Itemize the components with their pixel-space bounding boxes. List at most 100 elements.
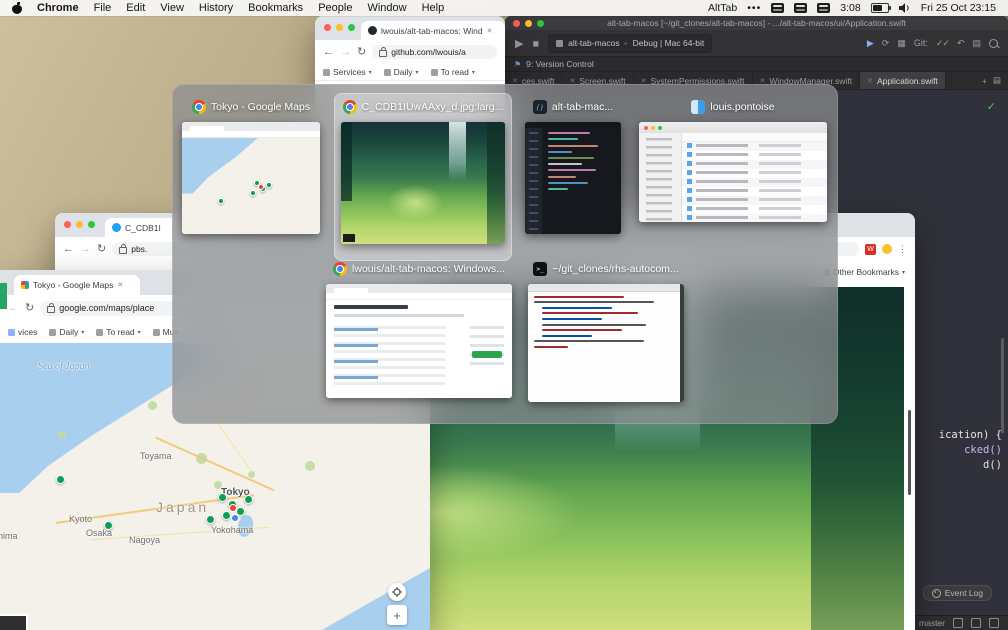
bookmark-services-partial[interactable]: vices xyxy=(8,327,37,337)
saved-place-marker[interactable] xyxy=(218,493,227,502)
page-scrollbar[interactable] xyxy=(908,410,911,495)
close-button[interactable] xyxy=(324,24,331,31)
window-thumbnail-terminal[interactable] xyxy=(528,284,684,402)
list-icon[interactable]: ▤ xyxy=(972,38,981,49)
menu-bookmarks[interactable]: Bookmarks xyxy=(248,2,303,14)
reload-icon[interactable]: ↻ xyxy=(357,46,366,58)
address-bar[interactable]: github.com/lwouis/a xyxy=(372,45,497,59)
close-tab-icon[interactable]: ✕ xyxy=(487,27,493,35)
scheme-selector[interactable]: alt-tab-macos ▸ Debug | Mac 64-bit xyxy=(548,33,713,53)
overflow-menu-icon[interactable]: ⋮ xyxy=(898,244,907,254)
edit-icon[interactable] xyxy=(971,618,981,628)
menu-help[interactable]: Help xyxy=(422,2,445,14)
close-button[interactable] xyxy=(64,221,71,228)
xcode-jump-bar[interactable]: ⚑ 9: Version Control xyxy=(505,57,1008,72)
tab-application-swift[interactable]: ✕ Application.swift xyxy=(860,72,946,89)
zoom-button[interactable] xyxy=(348,24,355,31)
my-location-button[interactable] xyxy=(388,583,406,601)
apple-menu-icon[interactable] xyxy=(12,1,22,15)
bookmark-daily[interactable]: Daily ▾ xyxy=(49,327,84,337)
menu-edit[interactable]: Edit xyxy=(126,2,145,14)
grid-icon[interactable]: ▦ xyxy=(897,38,906,49)
forward-icon[interactable]: → xyxy=(80,243,91,255)
thumb-marker xyxy=(266,182,272,188)
extension-smiley-icon[interactable] xyxy=(882,244,892,254)
editor-scrollbar[interactable] xyxy=(1001,338,1004,433)
saved-place-marker[interactable] xyxy=(244,495,253,504)
battery-icon[interactable] xyxy=(870,3,891,13)
menu-history[interactable]: History xyxy=(199,2,233,14)
xcode-titlebar[interactable]: alt-tab-macos [~/git_clones/alt-tab-maco… xyxy=(505,16,1008,30)
menu-people[interactable]: People xyxy=(318,2,352,14)
bookmark-daily[interactable]: Daily ▾ xyxy=(383,67,419,77)
window-controls[interactable] xyxy=(513,19,544,27)
selected-place-pin[interactable] xyxy=(229,504,237,512)
back-icon[interactable]: ← xyxy=(323,46,334,58)
search-icon[interactable] xyxy=(989,38,998,48)
menu-view[interactable]: View xyxy=(160,2,184,14)
refresh-icon[interactable]: ⟳ xyxy=(882,38,890,49)
menu-window[interactable]: Window xyxy=(367,2,406,14)
zoom-in-button[interactable]: + xyxy=(387,605,407,625)
browser-tab[interactable]: lwouis/alt-tab-macos: Wind ✕ xyxy=(361,21,505,40)
undo-icon[interactable]: ↶ xyxy=(957,38,965,49)
status-app-icon[interactable] xyxy=(817,3,831,13)
thumb-editor-sidebar xyxy=(525,128,543,234)
alttab-item-maps[interactable]: Tokyo - Google Maps xyxy=(179,99,323,234)
window-thumbnail-editor[interactable] xyxy=(525,122,621,234)
zoom-button[interactable] xyxy=(88,221,95,228)
saved-place-marker[interactable] xyxy=(56,475,65,484)
back-icon[interactable]: ← xyxy=(8,302,19,314)
window-thumbnail-maps[interactable] xyxy=(182,122,320,234)
menu-app-name[interactable]: Chrome xyxy=(37,2,79,14)
extension-w-icon[interactable]: W xyxy=(865,243,876,255)
alttab-item-image-selected[interactable]: C_CDB1IUwAAxy_d.jpg:larg... xyxy=(334,93,512,261)
zoom-button[interactable] xyxy=(537,19,544,27)
stop-button[interactable]: ◼ xyxy=(532,39,539,48)
alttab-item-finder[interactable]: louis.pontoise xyxy=(635,99,831,222)
window-thumbnail-github[interactable] xyxy=(326,284,512,398)
window-controls[interactable] xyxy=(64,221,95,228)
dots-status-item[interactable]: ••• xyxy=(747,2,761,14)
menu-bar-clock[interactable]: Fri 25 Oct 23:15 xyxy=(921,2,996,14)
close-button[interactable] xyxy=(513,19,520,27)
alttab-item-terminal[interactable]: >_ ~/git_clones/rhs-autocom... xyxy=(526,261,686,402)
bookmark-to-read[interactable]: To read ▾ xyxy=(96,327,141,337)
run-button[interactable]: ▶ xyxy=(515,37,523,50)
pull-icon[interactable] xyxy=(953,618,963,628)
alttab-item-github[interactable]: lwouis/alt-tab-macos: Windows... xyxy=(324,261,514,398)
window-controls[interactable] xyxy=(324,24,355,31)
window-thumbnail-finder[interactable] xyxy=(639,122,827,222)
browser-tab[interactable]: Tokyo - Google Maps ✕ xyxy=(14,275,140,295)
tab-overview-icon[interactable]: ▤ xyxy=(993,75,1001,86)
time-remaining-badge[interactable]: 3:08 xyxy=(840,2,860,14)
reload-icon[interactable]: ↻ xyxy=(25,302,34,314)
saved-place-marker[interactable] xyxy=(104,521,113,530)
saved-place-marker[interactable] xyxy=(206,515,215,524)
minimize-button[interactable] xyxy=(336,24,343,31)
branch-name[interactable]: master xyxy=(919,618,945,628)
status-app-icon[interactable] xyxy=(794,3,808,13)
play-badge-icon[interactable]: ▶ xyxy=(867,38,874,49)
minimize-button[interactable] xyxy=(76,221,83,228)
window-thumbnail-image[interactable] xyxy=(341,122,505,244)
bookmark-to-read[interactable]: To read ▾ xyxy=(430,67,475,77)
close-icon[interactable]: ✕ xyxy=(867,77,873,85)
menu-file[interactable]: File xyxy=(94,2,112,14)
saved-place-marker[interactable] xyxy=(222,511,231,520)
forward-icon[interactable]: → xyxy=(340,46,351,58)
status-app-icon[interactable] xyxy=(771,3,785,13)
alttab-status-item[interactable]: AltTab xyxy=(708,2,737,14)
alttab-item-editor[interactable]: { } alt-tab-mac... xyxy=(521,99,625,234)
panel-icon[interactable] xyxy=(989,618,999,628)
event-log-button[interactable]: Event Log xyxy=(922,585,992,601)
satellite-layer-toggle[interactable] xyxy=(0,614,28,630)
close-tab-icon[interactable]: ✕ xyxy=(117,281,123,289)
add-tab-icon[interactable]: + xyxy=(982,76,987,86)
tab-bar-controls[interactable]: + ▤ xyxy=(975,72,1008,89)
back-icon[interactable]: ← xyxy=(63,243,74,255)
reload-icon[interactable]: ↻ xyxy=(97,243,106,255)
volume-icon[interactable] xyxy=(898,3,911,13)
minimize-button[interactable] xyxy=(525,19,532,27)
bookmark-services[interactable]: Services ▾ xyxy=(323,67,372,77)
